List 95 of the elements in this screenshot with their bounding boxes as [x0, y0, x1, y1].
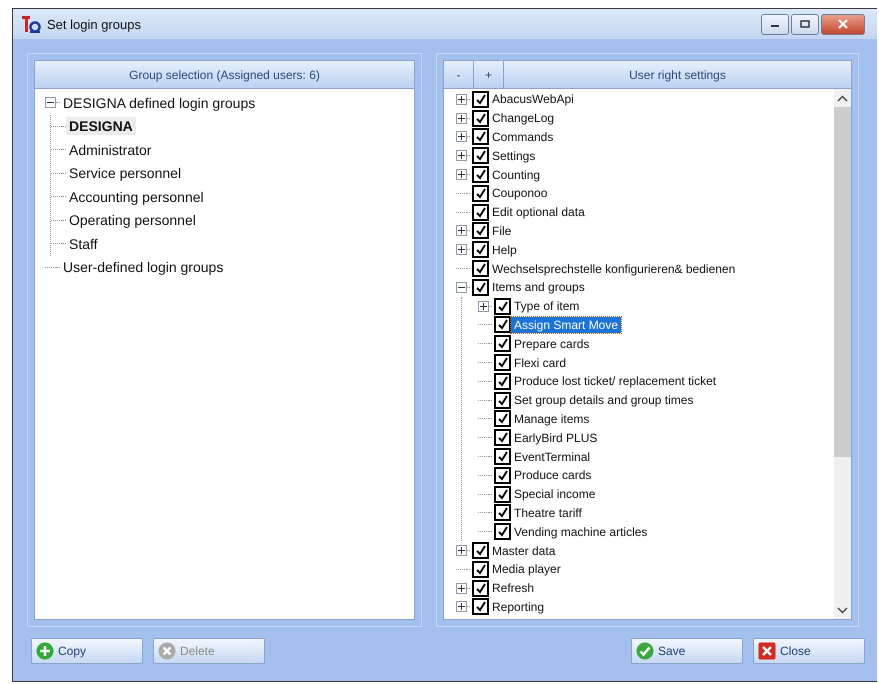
tree-item[interactable]: Wechselsprechstelle konfigurieren& bedienen — [489, 260, 738, 277]
panel-header: User right settings — [628, 66, 727, 84]
tree-item[interactable]: Produce lost ticket/ replacement ticket — [511, 373, 720, 390]
tree-item[interactable]: Manage items — [511, 410, 592, 427]
checkbox[interactable] — [472, 241, 489, 258]
collapse-all-button[interactable]: - — [444, 61, 474, 88]
window-title: Set login groups — [47, 16, 142, 32]
expand-icon[interactable] — [456, 150, 467, 162]
tree-item[interactable]: Assign Smart Move — [511, 316, 622, 333]
checkbox[interactable] — [472, 222, 489, 240]
tree-item[interactable]: Administrator — [66, 140, 154, 159]
checkbox[interactable] — [472, 90, 489, 108]
expand-all-button[interactable]: + — [474, 61, 504, 88]
expand-icon[interactable] — [456, 244, 467, 256]
tree-item[interactable]: DESIGNA defined login groups — [60, 94, 258, 112]
tree-item[interactable]: Edit optional data — [489, 204, 588, 220]
tree-item[interactable]: Accounting personnel — [66, 188, 207, 206]
tree-item[interactable]: Type of item — [511, 298, 582, 314]
expand-icon[interactable] — [456, 112, 467, 124]
tree-item[interactable]: Media player — [489, 561, 564, 578]
collapse-icon[interactable] — [45, 97, 56, 108]
tree-item[interactable]: Commands — [489, 128, 556, 145]
tree-item[interactable]: Theatre tariff — [511, 504, 585, 521]
tree-item[interactable]: Counting — [489, 166, 544, 183]
checkbox[interactable] — [472, 166, 489, 184]
tree-item[interactable]: Reporting — [489, 598, 548, 615]
tree-item[interactable]: Items and groups — [489, 279, 588, 296]
expand-icon[interactable] — [478, 300, 489, 312]
tree-item[interactable]: Staff — [66, 234, 101, 253]
checkbox[interactable] — [494, 392, 511, 409]
maximize-button[interactable] — [791, 14, 819, 34]
checkbox[interactable] — [472, 560, 489, 578]
checkbox[interactable] — [494, 429, 511, 446]
save-button[interactable]: Save — [631, 638, 743, 664]
tree-item[interactable]: Operating personnel — [66, 211, 199, 230]
checkbox[interactable] — [494, 354, 511, 372]
checkbox[interactable] — [494, 298, 511, 315]
checkmark-icon — [636, 642, 654, 660]
checkbox[interactable] — [494, 523, 511, 540]
checkbox[interactable] — [494, 486, 511, 503]
checkbox[interactable] — [494, 448, 511, 466]
expand-icon[interactable] — [456, 94, 467, 105]
app-icon — [21, 14, 41, 34]
expand-icon[interactable] — [456, 545, 467, 556]
checkbox[interactable] — [494, 466, 511, 484]
close-button[interactable]: Close — [753, 638, 865, 664]
checkbox[interactable] — [494, 372, 511, 390]
tree-item[interactable]: Produce cards — [511, 467, 594, 484]
delete-icon — [158, 642, 176, 660]
checkbox[interactable] — [494, 410, 511, 428]
tree-item[interactable]: DESIGNA — [66, 117, 136, 136]
expand-icon[interactable] — [456, 601, 467, 612]
checkbox[interactable] — [472, 147, 489, 164]
checkbox[interactable] — [494, 335, 511, 352]
tree-item[interactable]: File — [489, 222, 514, 239]
checkbox[interactable] — [494, 316, 511, 334]
checkbox[interactable] — [472, 278, 489, 296]
close-icon — [837, 19, 849, 29]
tree-item[interactable]: Special income — [511, 486, 598, 502]
close-window-button[interactable] — [821, 14, 865, 34]
expand-icon[interactable] — [456, 582, 467, 594]
tree-item[interactable]: Service personnel — [66, 164, 184, 182]
checkbox[interactable] — [472, 260, 489, 278]
checkbox[interactable] — [472, 580, 489, 597]
checkbox[interactable] — [472, 598, 489, 616]
tree-item[interactable]: AbacusWebApi — [489, 91, 577, 108]
tree-item[interactable]: Settings — [489, 148, 538, 164]
checkbox[interactable] — [494, 504, 511, 522]
copy-button[interactable]: Copy — [31, 638, 143, 664]
collapse-icon[interactable] — [456, 282, 467, 293]
tree-item[interactable]: EventTerminal — [511, 448, 594, 465]
expand-icon[interactable] — [456, 169, 467, 180]
tree-item[interactable]: Prepare cards — [511, 336, 592, 352]
checkbox[interactable] — [472, 128, 489, 146]
checkbox[interactable] — [472, 184, 489, 202]
tree-item[interactable]: EarlyBird PLUS — [511, 430, 600, 446]
tree-item[interactable]: User-defined login groups — [60, 258, 226, 276]
tree-item[interactable]: Help — [489, 242, 520, 258]
checkbox[interactable] — [472, 204, 489, 221]
close-icon — [758, 642, 776, 660]
tree-item[interactable]: ChangeLog — [489, 110, 558, 126]
expand-icon[interactable] — [456, 225, 467, 236]
checkbox[interactable] — [472, 110, 489, 127]
tree-item[interactable]: Refresh — [489, 580, 538, 596]
maximize-icon — [800, 20, 810, 28]
checkbox[interactable] — [472, 542, 489, 560]
panel-header: Group selection (Assigned users: 6) — [128, 66, 321, 84]
tree-item[interactable]: Couponoo — [489, 185, 550, 202]
tree-item[interactable]: Set group details and group times — [511, 392, 696, 408]
tree-item[interactable]: Vending machine articles — [511, 524, 650, 540]
tree-item[interactable]: Master data — [489, 542, 558, 559]
plus-icon — [36, 642, 54, 660]
tree-item[interactable]: Flexi card — [511, 354, 570, 371]
minimize-button[interactable] — [761, 14, 789, 34]
expand-icon[interactable] — [456, 131, 467, 142]
